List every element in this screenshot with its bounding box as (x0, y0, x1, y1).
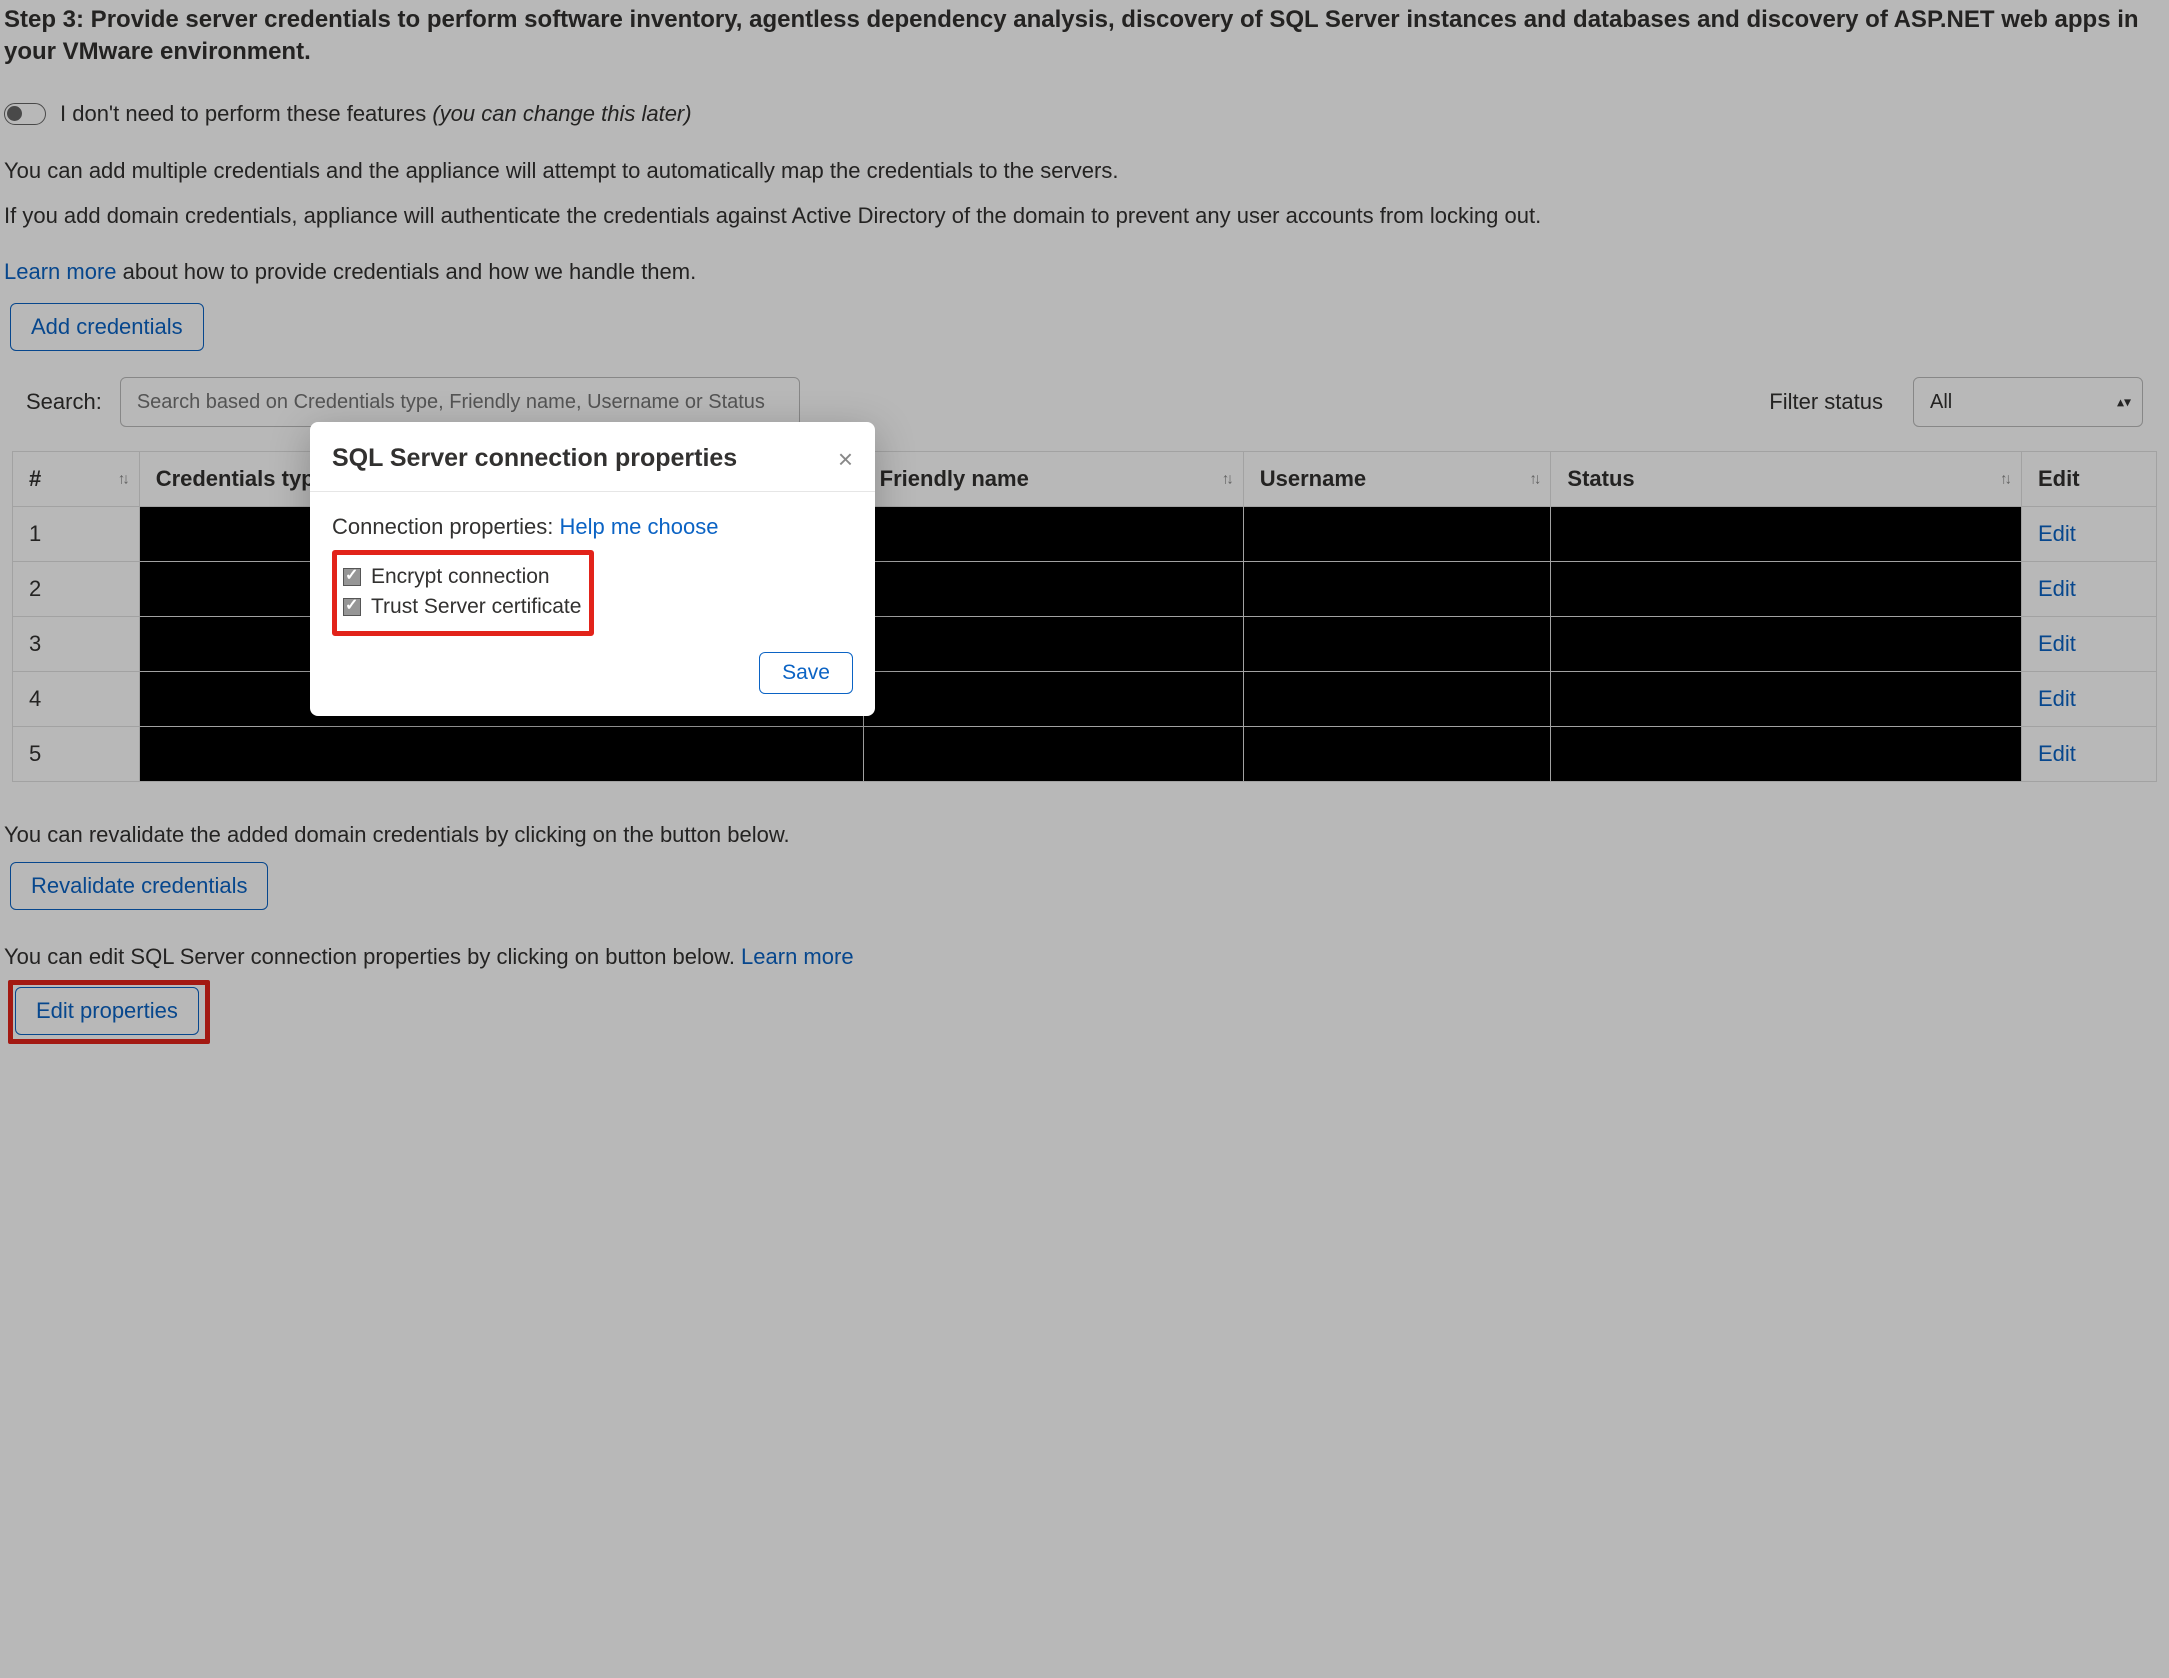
encrypt-connection-label: Encrypt connection (371, 565, 550, 589)
connection-properties-row: Connection properties: Help me choose (332, 514, 853, 540)
help-me-choose-link[interactable]: Help me choose (559, 514, 718, 539)
modal-title: SQL Server connection properties (332, 444, 737, 473)
connection-properties-label: Connection properties: (332, 514, 559, 539)
modal-backdrop (0, 0, 2169, 1678)
close-icon[interactable]: × (838, 446, 853, 472)
trust-server-cert-checkbox[interactable] (343, 598, 361, 616)
save-button[interactable]: Save (759, 652, 853, 694)
sql-connection-modal: SQL Server connection properties × Conne… (310, 422, 875, 716)
trust-server-cert-label: Trust Server certificate (371, 595, 581, 619)
highlight-connection-options: Encrypt connection Trust Server certific… (332, 550, 594, 636)
encrypt-connection-checkbox[interactable] (343, 568, 361, 586)
